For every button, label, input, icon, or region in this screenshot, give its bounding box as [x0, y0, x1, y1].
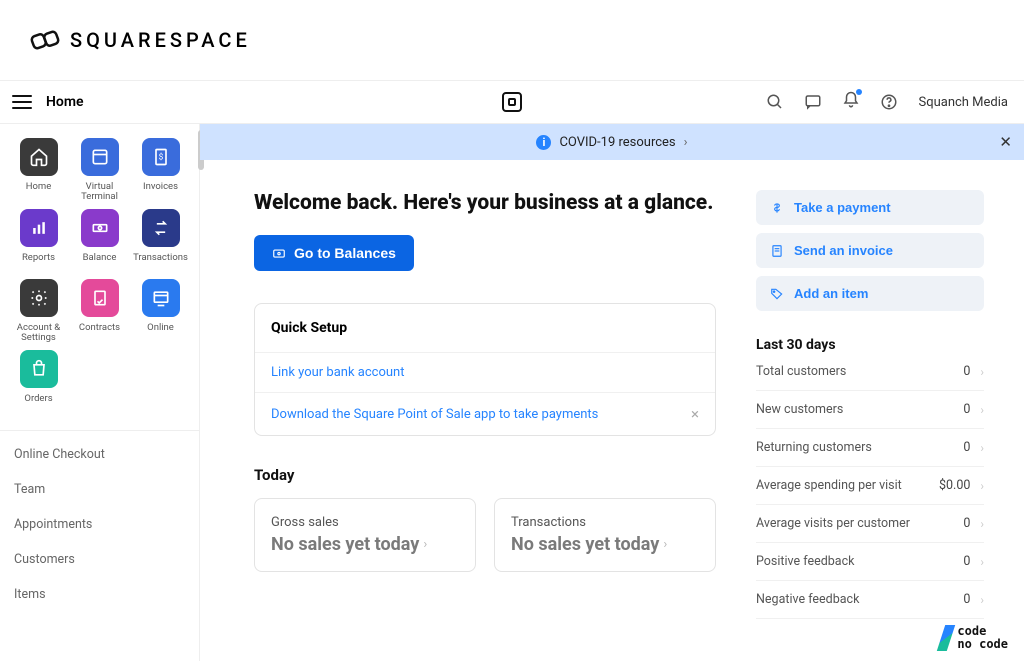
button-label: Add an item: [794, 286, 868, 301]
button-label: Go to Balances: [294, 245, 396, 261]
sidebar-tile-contracts[interactable]: Contracts: [69, 279, 130, 344]
squarespace-icon: [30, 25, 60, 55]
card-label: Gross sales: [271, 515, 459, 530]
tile-label: Reports: [22, 253, 55, 273]
watermark-line1: code: [957, 625, 1008, 638]
square-logo[interactable]: [502, 92, 522, 112]
stat-avg-visits[interactable]: Average visits per customer0›: [756, 505, 984, 543]
sidebar-link-items[interactable]: Items: [0, 577, 199, 612]
stat-new-customers[interactable]: New customers0›: [756, 391, 984, 429]
chevron-right-icon: ›: [980, 403, 984, 417]
search-icon[interactable]: [766, 93, 784, 111]
tag-icon: [770, 287, 784, 301]
sidebar-tile-online[interactable]: Online: [130, 279, 191, 344]
today-card-transactions[interactable]: Transactions No sales yet today ›: [494, 498, 716, 572]
brand-text: SQUARESPACE: [70, 28, 251, 52]
help-icon[interactable]: [880, 93, 898, 111]
sidebar-tile-transactions[interactable]: Transactions: [130, 209, 191, 273]
stat-total-customers[interactable]: Total customers0›: [756, 353, 984, 391]
row-text: Download the Square Point of Sale app to…: [271, 407, 598, 422]
quick-setup-panel: Quick Setup Link your bank account Downl…: [254, 303, 716, 436]
brand-bar: SQUARESPACE: [0, 0, 1024, 80]
tile-label: Balance: [83, 253, 117, 273]
card-value: No sales yet today: [511, 534, 659, 555]
sidebar-tile-home[interactable]: Home: [8, 138, 69, 203]
welcome-heading: Welcome back. Here's your business at a …: [254, 190, 716, 217]
quick-setup-download-app[interactable]: Download the Square Point of Sale app to…: [255, 392, 715, 435]
card-value: No sales yet today: [271, 534, 419, 555]
stat-avg-spend[interactable]: Average spending per visit$0.00›: [756, 467, 984, 505]
chevron-right-icon: ›: [684, 135, 688, 150]
tile-label: Account & Settings: [8, 323, 69, 344]
menu-icon[interactable]: [12, 95, 32, 109]
button-label: Take a payment: [794, 200, 891, 215]
main-content: i COVID-19 resources › ✕ Welcome back. H…: [200, 124, 1024, 661]
sidebar-tile-orders[interactable]: Orders: [8, 350, 69, 414]
chevron-right-icon: ›: [980, 555, 984, 569]
sidebar-link-customers[interactable]: Customers: [0, 542, 199, 577]
card-label: Transactions: [511, 515, 699, 530]
sidebar: Home Virtual Terminal $ Invoices Reports…: [0, 124, 200, 661]
chevron-right-icon: ›: [663, 537, 667, 552]
chevron-right-icon: ›: [980, 365, 984, 379]
chevron-right-icon: ›: [980, 593, 984, 607]
watermark: code no code: [941, 625, 1008, 651]
covid-banner[interactable]: i COVID-19 resources › ✕: [200, 124, 1024, 160]
tile-label: Online: [147, 323, 174, 343]
svg-text:$: $: [158, 152, 163, 163]
button-label: Send an invoice: [794, 243, 893, 258]
today-card-gross-sales[interactable]: Gross sales No sales yet today ›: [254, 498, 476, 572]
sidebar-link-online-checkout[interactable]: Online Checkout: [0, 437, 199, 472]
tile-label: Transactions: [133, 253, 188, 273]
messages-icon[interactable]: [804, 93, 822, 111]
sidebar-tile-account-settings[interactable]: Account & Settings: [8, 279, 69, 344]
app-header: Home Squanch Media: [0, 80, 1024, 124]
take-payment-button[interactable]: Take a payment: [756, 190, 984, 225]
notifications-icon[interactable]: [842, 91, 860, 113]
tile-label: Virtual Terminal: [69, 182, 130, 203]
sidebar-tile-balance[interactable]: Balance: [69, 209, 130, 273]
send-invoice-button[interactable]: Send an invoice: [756, 233, 984, 268]
tile-label: Invoices: [143, 182, 178, 202]
account-name[interactable]: Squanch Media: [918, 95, 1008, 110]
brand-logo: SQUARESPACE: [30, 25, 251, 55]
watermark-line2: no code: [957, 638, 1008, 651]
page-title: Home: [46, 94, 84, 110]
quick-setup-title: Quick Setup: [255, 304, 715, 352]
sidebar-tile-virtual-terminal[interactable]: Virtual Terminal: [69, 138, 130, 203]
stats-title: Last 30 days: [756, 337, 984, 353]
dollar-icon: [770, 201, 784, 215]
go-to-balances-button[interactable]: Go to Balances: [254, 235, 414, 271]
today-title: Today: [254, 466, 716, 484]
sidebar-tile-invoices[interactable]: $ Invoices: [130, 138, 191, 203]
stat-negative-feedback[interactable]: Negative feedback0›: [756, 581, 984, 619]
tile-label: Home: [26, 182, 52, 202]
chevron-right-icon: ›: [980, 479, 984, 493]
stat-positive-feedback[interactable]: Positive feedback0›: [756, 543, 984, 581]
stat-returning-customers[interactable]: Returning customers0›: [756, 429, 984, 467]
chevron-right-icon: ›: [980, 517, 984, 531]
tile-label: Contracts: [79, 323, 120, 343]
info-icon: i: [536, 135, 551, 150]
balances-icon: [272, 246, 286, 260]
quick-setup-link-bank[interactable]: Link your bank account: [255, 352, 715, 392]
add-item-button[interactable]: Add an item: [756, 276, 984, 311]
invoice-icon: [770, 244, 784, 258]
sidebar-link-appointments[interactable]: Appointments: [0, 507, 199, 542]
chevron-right-icon: ›: [980, 441, 984, 455]
tile-label: Orders: [24, 394, 52, 414]
banner-text: COVID-19 resources: [559, 135, 675, 150]
chevron-right-icon: ›: [423, 537, 427, 552]
dismiss-icon[interactable]: ×: [691, 405, 699, 423]
row-text: Link your bank account: [271, 365, 404, 380]
notification-badge: [856, 89, 862, 95]
sidebar-link-team[interactable]: Team: [0, 472, 199, 507]
sidebar-tile-reports[interactable]: Reports: [8, 209, 69, 273]
close-icon[interactable]: ✕: [999, 133, 1012, 151]
